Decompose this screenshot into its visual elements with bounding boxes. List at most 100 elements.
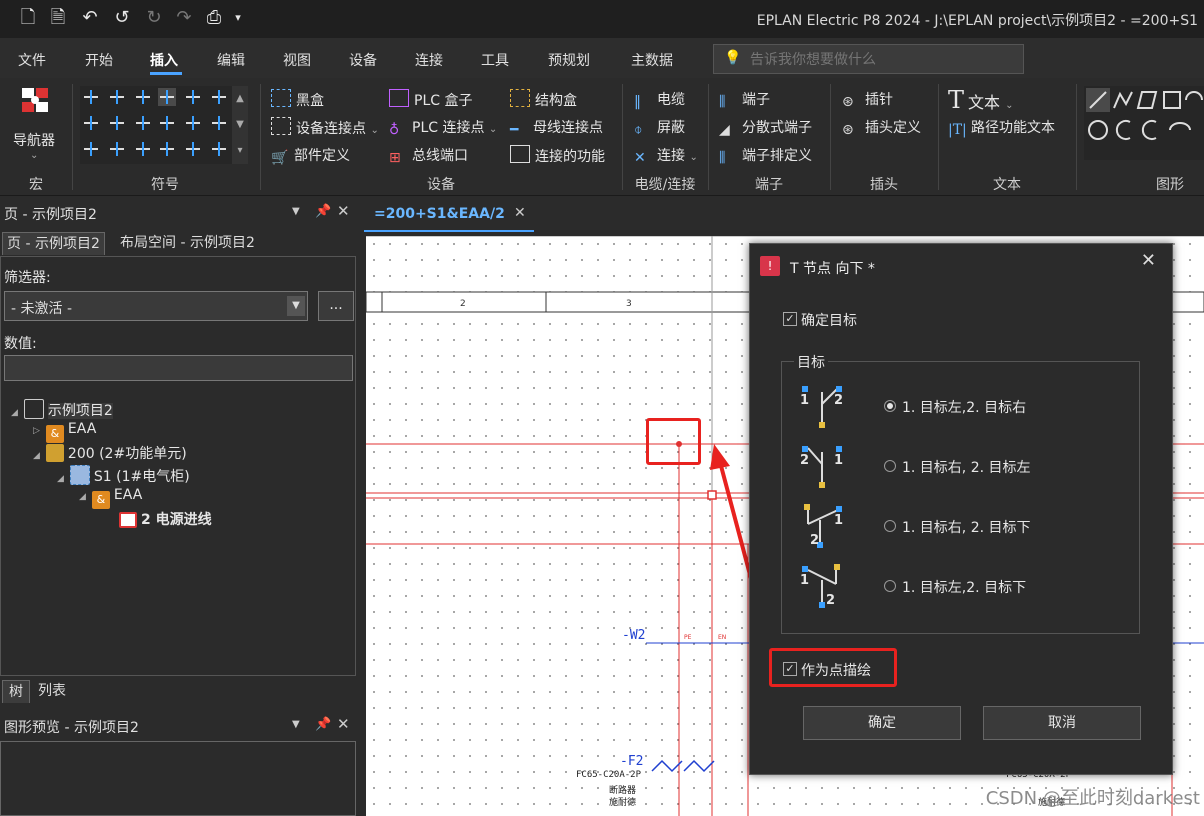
plc-connection-point-button[interactable]: ♁ PLC 连接点 ⌄ [389, 117, 497, 138]
pin-panel-icon[interactable]: 📌 [315, 204, 331, 219]
symbol-fork-icon[interactable] [184, 114, 202, 132]
option-left-down-radio[interactable] [884, 580, 896, 592]
preview-pin-icon[interactable]: 📌 [315, 717, 331, 732]
symbol-bus3-icon[interactable] [184, 140, 202, 158]
menu-master-data[interactable]: 主数据 [631, 50, 673, 70]
symbol-corner-icon[interactable] [82, 88, 100, 106]
symbol-bus-icon[interactable] [134, 140, 152, 158]
symbol-arrow-icon[interactable] [82, 140, 100, 158]
option-right-left-radio[interactable] [884, 460, 896, 472]
symbol-break-icon[interactable] [184, 88, 202, 106]
filter-more-button[interactable]: ... [318, 291, 354, 321]
symbol-corner3-icon[interactable] [82, 114, 100, 132]
tell-me-search[interactable]: 💡 [713, 44, 1024, 74]
tree-item-eaa-sub[interactable]: ◢ & EAA [79, 487, 142, 509]
part-definition-button[interactable]: 🛒 部件定义 [271, 145, 350, 166]
symbol-t-down-icon[interactable] [158, 88, 176, 106]
print-preview-icon[interactable]: ⎙ [202, 6, 226, 30]
cancel-button[interactable]: 取消 [983, 706, 1141, 740]
navigator-button[interactable]: 导航器 [13, 130, 55, 150]
path-function-text-button[interactable]: |T| 路径功能文本 [948, 117, 1055, 138]
tab-pages[interactable]: 页 - 示例项目2 [2, 232, 105, 255]
device-connection-point-button[interactable]: 设备连接点 ⌄ [271, 117, 379, 138]
connected-function-button[interactable]: 连接的功能 [510, 145, 605, 166]
symbol-bar-icon[interactable] [108, 140, 126, 158]
tab-list[interactable]: 列表 [34, 680, 70, 702]
tree-item-project[interactable]: ◢ 示例项目2 [11, 399, 113, 420]
menu-connection[interactable]: 连接 [415, 50, 443, 70]
tree-item-s1[interactable]: ◢ S1 (1#电气柜) [57, 465, 190, 486]
menu-file[interactable]: 文件 [18, 50, 46, 70]
dialog-close-icon[interactable]: ✕ [1141, 250, 1156, 271]
ok-button[interactable]: 确定 [803, 706, 961, 740]
symbol-t2-icon[interactable] [108, 114, 126, 132]
undo-icon[interactable]: ↺ [110, 6, 134, 30]
tree-item-page-2[interactable]: 2 电源进线 [119, 509, 212, 529]
option-left-right-label[interactable]: 1. 目标左,2. 目标右 [902, 397, 1026, 417]
text-button[interactable]: T 文本 ⌄ [948, 86, 1014, 114]
value-input[interactable] [4, 355, 353, 381]
option-left-down-label[interactable]: 1. 目标左,2. 目标下 [902, 577, 1026, 597]
active-menu-indicator [150, 72, 182, 75]
option-right-left-label[interactable]: 1. 目标右, 2. 目标左 [902, 457, 1031, 477]
undo-special-icon[interactable]: ↶ [78, 6, 102, 30]
customize-dropdown-icon[interactable]: ▾ [226, 6, 250, 30]
close-panel-icon[interactable]: ✕ [337, 202, 350, 220]
symbol-bus4-icon[interactable] [210, 140, 228, 158]
graphic-gallery[interactable] [1084, 86, 1204, 160]
option-right-down-label[interactable]: 1. 目标右, 2. 目标下 [902, 517, 1031, 537]
tree-item-eaa[interactable]: ▷ & EAA [33, 421, 96, 443]
panel-options-icon[interactable]: ▼ [292, 206, 300, 217]
terminal-strip-definition-button[interactable]: ⫼ 端子排定义 [719, 145, 812, 166]
breaker-model: FC65-C20A-2P [576, 770, 642, 780]
shield-button[interactable]: ⌽ 屏蔽 [634, 117, 685, 138]
menu-view[interactable]: 视图 [283, 50, 311, 70]
symbol-gallery[interactable] [80, 86, 232, 164]
menu-tools[interactable]: 工具 [481, 50, 509, 70]
structure-box-button[interactable]: 结构盒 [510, 89, 577, 110]
menu-insert[interactable]: 插入 [150, 50, 178, 70]
pin-label: 插针 [865, 92, 893, 108]
filter-select[interactable]: - 未激活 - ▼ [4, 291, 308, 321]
tell-me-input[interactable] [748, 49, 1012, 71]
plc-box-button[interactable]: PLC 盒子 [389, 89, 472, 110]
confirm-target-checkbox[interactable]: ✓ [783, 312, 797, 326]
symbol-gallery-scroll[interactable]: ▲ ▼ ▾ [232, 86, 248, 164]
symbol-angle-icon[interactable] [210, 88, 228, 106]
menu-edit[interactable]: 编辑 [217, 50, 245, 70]
symbol-diag-icon[interactable] [158, 114, 176, 132]
menu-device[interactable]: 设备 [349, 50, 377, 70]
symbol-t-icon[interactable] [108, 88, 126, 106]
option-left-right-radio[interactable] [884, 400, 896, 412]
document-tab[interactable]: =200+S1&EAA/2 ✕ [364, 200, 534, 232]
new-icon[interactable]: 🗋 [16, 6, 40, 30]
bus-port-button[interactable]: ⊞ 总线端口 [389, 145, 468, 166]
menu-preplanning[interactable]: 预规划 [548, 50, 590, 70]
terminal-button[interactable]: ⫼ 端子 [719, 89, 770, 110]
close-tab-icon[interactable]: ✕ [514, 205, 526, 221]
symbol-fork2-icon[interactable] [210, 114, 228, 132]
menu-start[interactable]: 开始 [85, 50, 113, 70]
blackbox-button[interactable]: 黑盒 [271, 89, 324, 110]
busbar-connection-point-button[interactable]: ━ 母线连接点 [510, 117, 603, 138]
symbol-corner4-icon[interactable] [134, 114, 152, 132]
option-right-down-radio[interactable] [884, 520, 896, 532]
tab-layout-space[interactable]: 布局空间 - 示例项目2 [116, 232, 259, 254]
tab-tree[interactable]: 树 [2, 680, 30, 703]
redo-icon[interactable]: ↻ [142, 6, 166, 30]
navigator-dropdown-icon[interactable]: ⌄ [30, 150, 38, 161]
chevron-down-icon[interactable]: ▼ [287, 296, 305, 316]
connection-button[interactable]: ✕ 连接 ⌄ [634, 145, 698, 166]
tree-item-200[interactable]: ◢ 200 (2#功能单元) [33, 443, 187, 463]
pin-button[interactable]: ⊛ 插针 [842, 89, 893, 110]
plug-definition-button[interactable]: ⊛ 插头定义 [842, 117, 921, 138]
symbol-bus2-icon[interactable] [158, 140, 176, 158]
symbol-corner2-icon[interactable] [134, 88, 152, 106]
preview-options-icon[interactable]: ▼ [292, 719, 300, 730]
distributed-terminal-button[interactable]: ◢ 分散式端子 [719, 117, 812, 138]
open-icon[interactable]: 🗎 [46, 6, 70, 30]
navigator-icon[interactable] [14, 84, 60, 124]
preview-close-icon[interactable]: ✕ [337, 715, 350, 733]
cable-button[interactable]: ‖ 电缆 [634, 89, 685, 110]
redo-special-icon[interactable]: ↷ [172, 6, 196, 30]
